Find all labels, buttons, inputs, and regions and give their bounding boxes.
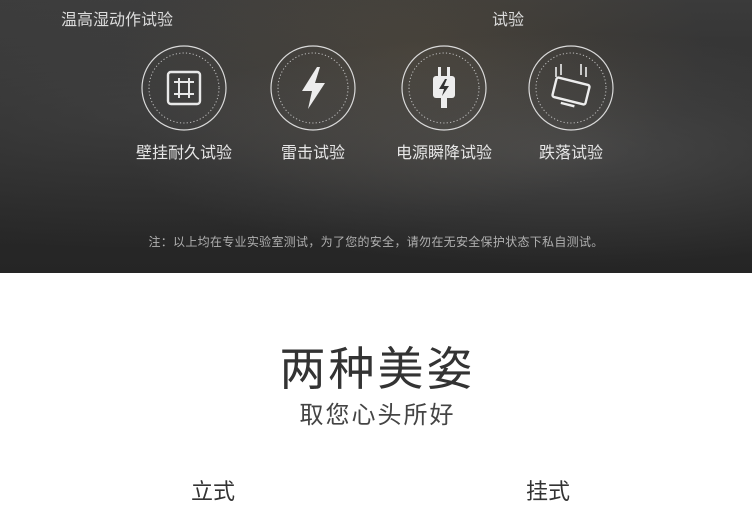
test-label: 跌落试验: [538, 143, 603, 162]
test-item-lightning: 雷击试验: [243, 45, 383, 163]
test-label-partial-2: 试验: [492, 10, 525, 29]
test-label-partial: 温高湿动作试验: [61, 10, 174, 29]
tab-standing[interactable]: 立式: [153, 474, 273, 506]
tests-banner: 温高湿动作试验 试验 壁挂耐久试验 雷击试验 电源瞬降试验 跌落试验 注：以上均…: [0, 0, 752, 273]
test-item-power: 电源瞬降试验: [374, 45, 514, 163]
test-item-drop: 跌落试验: [501, 45, 641, 163]
wall-mount-icon: [141, 45, 227, 131]
test-label: 壁挂耐久试验: [135, 143, 232, 162]
power-plug-icon: [401, 45, 487, 131]
test-label: 雷击试验: [280, 143, 345, 162]
section-title: 两种美姿: [279, 342, 476, 396]
section-subtitle: 取您心头所好: [299, 401, 456, 429]
safety-note: 注：以上均在专业实验室测试，为了您的安全，请勿在无安全保护状态下私自测试。: [148, 235, 604, 249]
lightning-icon: [270, 45, 356, 131]
drop-device-icon: [528, 45, 614, 131]
test-item-wall-mount: 壁挂耐久试验: [114, 45, 254, 163]
tab-wall-mounted[interactable]: 挂式: [488, 474, 608, 506]
test-label: 电源瞬降试验: [395, 143, 492, 162]
